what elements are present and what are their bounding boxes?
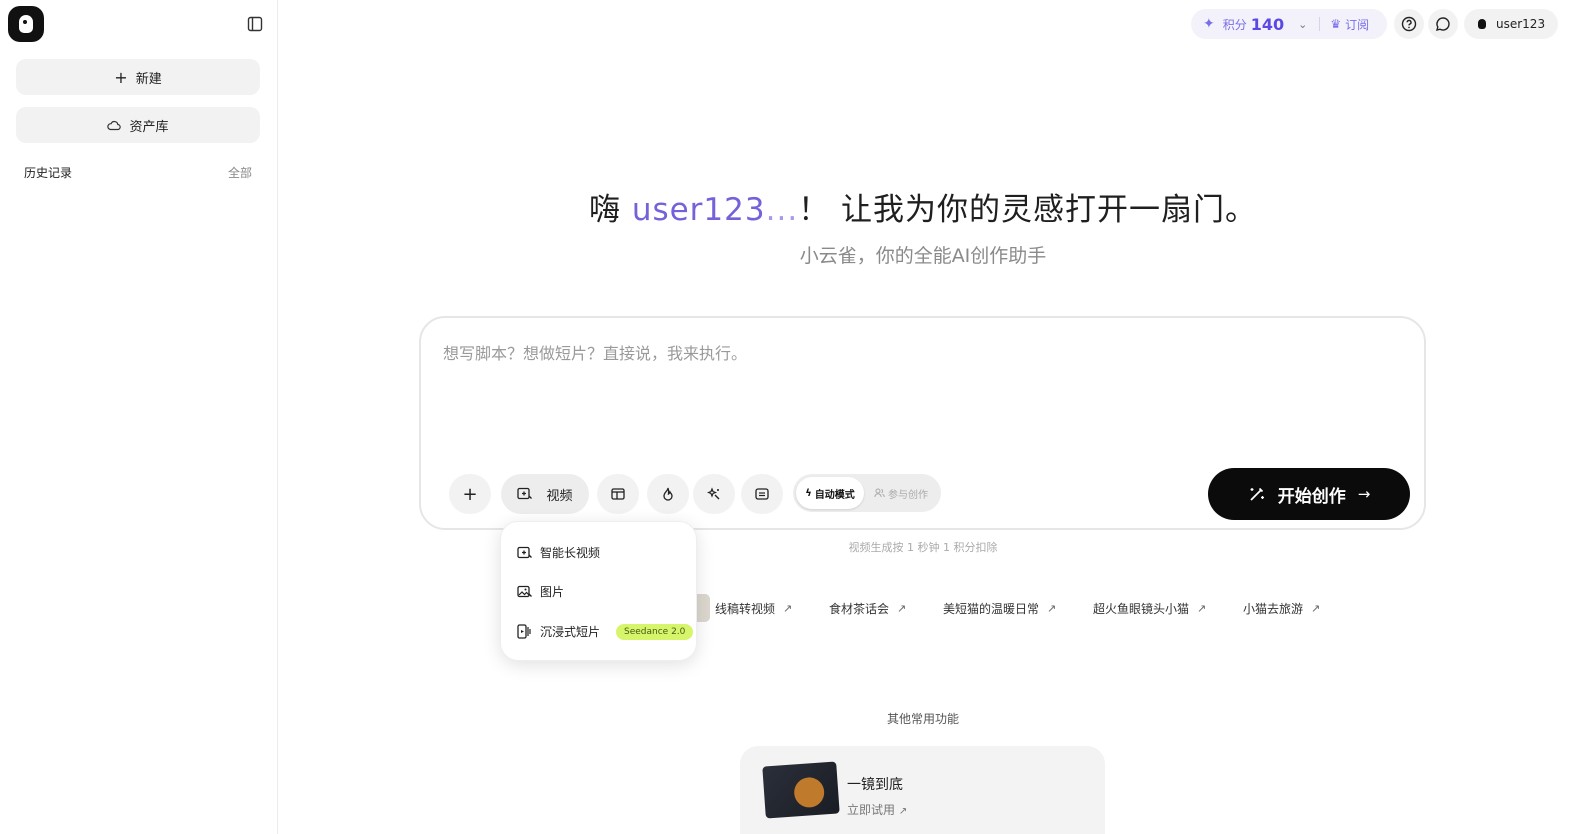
greeting-username: user123 — [631, 192, 766, 228]
subtitle-tool-button[interactable] — [741, 474, 783, 514]
plus-icon: + — [462, 483, 478, 505]
user-avatar — [1478, 19, 1486, 29]
asset-library-button[interactable]: 资产库 — [16, 107, 260, 143]
mode-join-option[interactable]: 参与创作 — [864, 477, 938, 509]
feature-thumbnail — [762, 761, 840, 819]
image-icon — [517, 585, 532, 597]
sparkle-icon: ✦ — [1203, 16, 1215, 32]
arrow-up-right-icon: ↗ — [1047, 602, 1057, 615]
help-icon — [1401, 16, 1417, 32]
mode-auto-option[interactable]: ϟ 自动模式 — [796, 477, 864, 509]
layout-icon — [611, 488, 625, 500]
suggestion-label: 超火鱼眼镜头小猫 — [1093, 602, 1190, 616]
try-now-label: 立即试用 — [847, 803, 896, 817]
feature-card-one-take[interactable]: 一镜到底 立即试用 ↗ — [740, 746, 1105, 834]
suggestion-chip[interactable]: 小猫去旅游 ↗ — [1243, 600, 1320, 617]
seedance-badge: Seedance 2.0 — [616, 623, 694, 640]
video-add-icon — [517, 546, 532, 558]
greeting-prefix: 嗨 — [588, 192, 632, 228]
add-attachment-button[interactable]: + — [449, 474, 491, 514]
credits-label: 积分 — [1222, 17, 1247, 32]
prompt-input[interactable] — [443, 344, 1383, 363]
dropdown-item-label: 智能长视频 — [540, 546, 601, 560]
credits-value: 140 — [1250, 14, 1285, 34]
greeting-suffix: ！ 让我为你的灵感打开一扇门。 — [798, 192, 1258, 228]
suggestion-label: 小猫去旅游 — [1243, 602, 1304, 616]
magic-tool-button[interactable] — [693, 474, 735, 514]
lightning-icon: ϟ — [805, 487, 812, 499]
new-button[interactable]: + 新建 — [16, 59, 260, 95]
credits-chip[interactable]: ✦ 积分 140 ⌄ ♛ 订阅 — [1191, 9, 1387, 39]
cloud-icon — [107, 120, 122, 131]
plus-icon: + — [114, 67, 128, 87]
layout-tool-button[interactable] — [597, 474, 639, 514]
username-label: user123 — [1496, 17, 1546, 31]
arrow-right-icon: → — [1357, 485, 1371, 503]
mode-auto-label: 自动模式 — [814, 489, 855, 501]
arrow-up-right-icon: ↗ — [1197, 602, 1207, 615]
suggestion-label: 食材茶话会 — [829, 602, 890, 616]
arrow-up-right-icon: ↗ — [783, 602, 793, 615]
app-logo[interactable] — [8, 6, 44, 42]
other-features-title: 其他常用功能 — [886, 712, 959, 726]
arrow-up-right-icon: ↗ — [897, 602, 907, 615]
phone-video-icon — [517, 624, 531, 639]
prompt-box: + 视频 ϟ 自动模式 参与创作 开始创 — [419, 316, 1426, 530]
suggestion-label: 美短猫的温暖日常 — [943, 602, 1040, 616]
suggestion-chip[interactable]: 超火鱼眼镜头小猫 ↗ — [1093, 600, 1206, 617]
asset-library-label: 资产库 — [129, 119, 169, 135]
arrow-up-right-icon: ↗ — [898, 806, 908, 817]
user-menu-button[interactable]: user123 — [1464, 9, 1558, 39]
caption-icon — [755, 488, 769, 500]
help-button[interactable] — [1394, 9, 1424, 39]
video-type-button[interactable]: 视频 — [501, 474, 589, 514]
credit-note: 视频生成按 1 秒钟 1 积分扣除 — [848, 541, 998, 554]
dropdown-item-image[interactable]: 图片 — [517, 583, 564, 600]
arrow-up-right-icon: ↗ — [1311, 602, 1321, 615]
new-button-label: 新建 — [135, 71, 162, 87]
flame-icon — [663, 487, 673, 501]
hot-tool-button[interactable] — [647, 474, 689, 514]
subscribe-link[interactable]: 订阅 — [1345, 16, 1369, 33]
video-add-icon — [517, 487, 533, 500]
magic-wand-icon — [1250, 487, 1264, 501]
page-title: 嗨 user123...！ 让我为你的灵感打开一扇门。 — [278, 184, 1568, 229]
logo-mark — [19, 15, 33, 33]
video-type-dropdown: 智能长视频 图片 沉浸式短片 Seedance 2.0 — [500, 521, 697, 661]
magic-sparkle-icon — [707, 487, 720, 500]
dropdown-item-label: 沉浸式短片 — [540, 625, 601, 639]
dropdown-item-immersive-short[interactable]: 沉浸式短片 Seedance 2.0 — [517, 623, 694, 640]
dropdown-item-smart-long-video[interactable]: 智能长视频 — [517, 544, 600, 561]
sidebar-panel-icon — [247, 16, 263, 32]
greeting-ellipsis: ... — [765, 192, 799, 228]
app-root: + 新建 资产库 历史记录 全部 ✦ 积分 140 ⌄ ♛ 订阅 user123… — [0, 0, 1586, 834]
mode-toggle[interactable]: ϟ 自动模式 参与创作 — [793, 474, 941, 512]
feature-card-title: 一镜到底 — [847, 777, 903, 793]
crown-icon: ♛ — [1330, 17, 1342, 31]
users-icon — [874, 488, 885, 498]
chat-button[interactable] — [1428, 9, 1458, 39]
start-create-button[interactable]: 开始创作 → — [1208, 468, 1410, 520]
suggestion-chip[interactable]: 食材茶话会 ↗ — [829, 600, 906, 617]
chevron-down-icon[interactable]: ⌄ — [1298, 18, 1307, 31]
suggestion-chip[interactable]: 美短猫的温暖日常 ↗ — [943, 600, 1056, 617]
chat-bubble-icon — [1436, 17, 1450, 31]
divider — [1319, 17, 1321, 31]
history-all-link[interactable]: 全部 — [228, 164, 252, 181]
history-title: 历史记录 — [24, 166, 73, 180]
mode-join-label: 参与创作 — [888, 489, 928, 501]
sidebar-collapse-button[interactable] — [246, 15, 264, 33]
suggestion-chip[interactable]: 线稿转视频 ↗ — [715, 600, 792, 617]
try-now-link[interactable]: 立即试用 ↗ — [847, 801, 907, 818]
page-subtitle: 小云雀，你的全能AI创作助手 — [799, 245, 1047, 267]
suggestion-label: 线稿转视频 — [715, 602, 776, 616]
dropdown-item-label: 图片 — [540, 585, 565, 599]
sidebar: + 新建 资产库 历史记录 全部 — [0, 0, 278, 834]
history-header: 历史记录 全部 — [24, 164, 252, 181]
video-type-label: 视频 — [546, 488, 573, 504]
start-create-label: 开始创作 — [1277, 486, 1346, 507]
